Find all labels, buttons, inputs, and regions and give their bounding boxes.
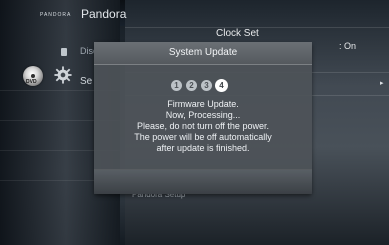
message-line-2: Now, Processing... [165, 110, 241, 120]
tv-screen: PANDORA Pandora Disc DVD Se Clock Set : … [0, 0, 389, 245]
message-line-4: The power will be off automatically [134, 132, 272, 142]
message-line-3: Please, do not turn off the power. [137, 121, 269, 131]
pandora-app-label[interactable]: Pandora [81, 7, 126, 21]
chevron-right-icon: ▸ [380, 80, 384, 87]
gear-icon[interactable] [54, 66, 72, 84]
disc-icon: DVD [23, 66, 43, 86]
step-4-active: 4 [216, 80, 227, 91]
dialog-title: System Update [168, 47, 238, 58]
system-update-dialog: System Update 1 2 3 4 Firmware Update. N… [94, 42, 312, 194]
pandora-small-logo: PANDORA [40, 12, 72, 18]
step-2: 2 [186, 80, 197, 91]
dialog-footer [94, 169, 312, 194]
small-disc-icon [61, 48, 67, 56]
step-3: 3 [201, 80, 212, 91]
clock-set-label[interactable]: Clock Set [216, 28, 259, 39]
dialog-header: System Update [94, 42, 312, 65]
message-line-5: after update is finished. [156, 143, 250, 153]
settings-menu-label[interactable]: Se [80, 76, 92, 87]
update-message: Firmware Update. Now, Processing... Plea… [94, 99, 312, 154]
message-line-1: Firmware Update. [167, 99, 239, 109]
step-1: 1 [171, 80, 182, 91]
clock-set-value: : On [339, 41, 357, 51]
update-steps: 1 2 3 4 [171, 80, 227, 91]
